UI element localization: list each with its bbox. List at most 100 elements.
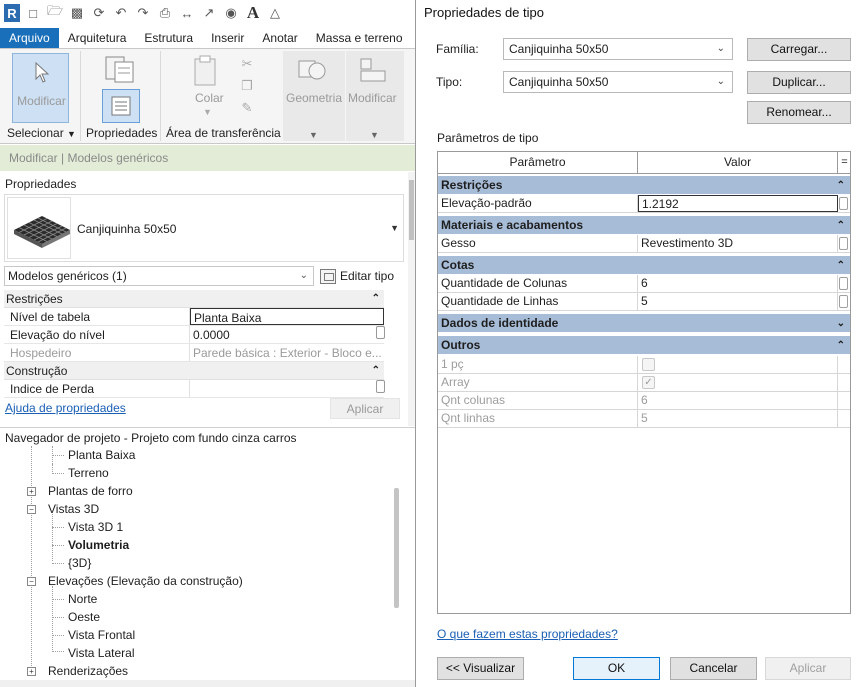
tree-item[interactable]: Norte bbox=[68, 590, 97, 608]
home-icon[interactable]: □ bbox=[24, 4, 42, 22]
value-cell[interactable]: Planta Baixa bbox=[190, 308, 384, 325]
group-header[interactable]: Outros ⌃ bbox=[438, 336, 850, 355]
value-cell[interactable]: 0.0000 bbox=[190, 326, 384, 343]
3d-view-icon[interactable]: △ bbox=[266, 4, 284, 22]
properties-help-link[interactable]: Ajuda de propriedades bbox=[5, 401, 126, 415]
tree-item[interactable]: Oeste bbox=[68, 608, 100, 626]
parameter-row[interactable]: Elevação-padrão 1.2192 bbox=[438, 195, 850, 213]
property-row[interactable]: Nível de tabela Planta Baixa bbox=[4, 308, 384, 326]
group-header[interactable]: Dados de identidade ⌄ bbox=[438, 314, 850, 333]
tree-item[interactable]: Vista Frontal bbox=[68, 626, 135, 644]
collapse-tree-icon[interactable]: − bbox=[27, 577, 36, 586]
revit-logo-icon[interactable]: R bbox=[4, 4, 20, 22]
browser-scrollbar[interactable] bbox=[394, 488, 399, 608]
match-properties-icon[interactable]: ✎ bbox=[238, 99, 256, 117]
tree-item[interactable]: Plantas de forro bbox=[48, 482, 133, 500]
cancel-button[interactable]: Cancelar bbox=[670, 657, 757, 680]
group-header[interactable]: Materiais e acabamentos ⌃ bbox=[438, 216, 850, 235]
group-header[interactable]: Restrições ⌃ bbox=[438, 176, 850, 195]
apply-button[interactable]: Aplicar bbox=[765, 657, 851, 680]
tree-item[interactable]: {3D} bbox=[68, 554, 91, 572]
copy-icon[interactable]: ❐ bbox=[238, 77, 256, 95]
value-cell[interactable]: Revestimento 3D bbox=[638, 235, 838, 252]
tree-item[interactable]: Planta Baixa bbox=[68, 446, 135, 464]
paste-icon[interactable] bbox=[192, 55, 220, 87]
print-icon[interactable]: ⎙ bbox=[156, 4, 174, 22]
geometry-icon[interactable] bbox=[297, 55, 329, 85]
open-icon[interactable]: 🗁 bbox=[46, 3, 64, 22]
text-icon[interactable]: A bbox=[244, 3, 262, 22]
edit-type-button[interactable]: Editar tipo bbox=[320, 266, 394, 286]
tree-item[interactable]: Renderizações bbox=[48, 662, 128, 680]
collapse-icon[interactable]: ⌃ bbox=[837, 256, 845, 275]
collapse-icon[interactable]: ⌃ bbox=[837, 216, 845, 235]
rename-button[interactable]: Renomear... bbox=[747, 101, 851, 124]
parameter-link-icon[interactable] bbox=[376, 380, 385, 393]
tab-arquitetura[interactable]: Arquitetura bbox=[59, 28, 136, 48]
measure-icon[interactable]: ↔ bbox=[178, 4, 196, 22]
cut-icon[interactable]: ✂ bbox=[238, 55, 256, 73]
properties-help-link[interactable]: O que fazem estas propriedades? bbox=[437, 627, 618, 641]
collapse-icon[interactable]: ⌃ bbox=[837, 336, 845, 355]
parameter-link-icon[interactable] bbox=[839, 295, 848, 308]
parameter-row[interactable]: Quantidade de Linhas 5 bbox=[438, 293, 850, 311]
expand-group-icon[interactable]: ⌄ bbox=[837, 314, 845, 333]
tab-arquivo[interactable]: Arquivo bbox=[0, 28, 59, 48]
tab-massa-terreno[interactable]: Massa e terreno bbox=[307, 28, 412, 48]
value-cell[interactable] bbox=[190, 380, 384, 397]
save-icon[interactable]: ▩ bbox=[68, 4, 86, 22]
column-parameter[interactable]: Parâmetro bbox=[438, 152, 638, 173]
tree-item-active[interactable]: Volumetria bbox=[68, 536, 129, 554]
undo-icon[interactable]: ↶ bbox=[112, 4, 130, 22]
value-cell[interactable]: 5 bbox=[638, 293, 838, 310]
parameter-row[interactable]: Quantidade de Colunas 6 bbox=[438, 275, 850, 293]
parameter-link-icon[interactable] bbox=[839, 237, 848, 250]
property-row[interactable]: Elevação do nível 0.0000 bbox=[4, 326, 384, 344]
expand-icon[interactable]: + bbox=[27, 667, 36, 676]
ok-button[interactable]: OK bbox=[573, 657, 660, 680]
modify-tool-button[interactable]: Modificar bbox=[12, 53, 69, 123]
parameter-link-icon[interactable] bbox=[839, 277, 848, 290]
instance-filter-select[interactable]: Modelos genéricos (1) ⌄ bbox=[4, 266, 314, 286]
modify-dropdown-icon[interactable]: ▼ bbox=[370, 130, 379, 140]
column-formula[interactable]: = bbox=[839, 152, 850, 173]
group-header[interactable]: Construção ⌃ bbox=[4, 362, 384, 380]
type-dropdown-icon[interactable]: ▼ bbox=[390, 223, 399, 233]
tab-inserir[interactable]: Inserir bbox=[202, 28, 253, 48]
geometry-dropdown-icon[interactable]: ▼ bbox=[309, 130, 318, 140]
tag-icon[interactable]: ◉ bbox=[222, 4, 240, 22]
collapse-icon[interactable]: ⌃ bbox=[372, 290, 380, 308]
group-header[interactable]: Cotas ⌃ bbox=[438, 256, 850, 275]
parameter-row[interactable]: Gesso Revestimento 3D bbox=[438, 235, 850, 253]
tree-item[interactable]: Vista Lateral bbox=[68, 644, 135, 662]
select-dropdown[interactable]: Selecionar ▼ bbox=[7, 126, 76, 140]
value-cell[interactable]: 1.2192 bbox=[638, 195, 838, 212]
tree-item[interactable]: Vista 3D 1 bbox=[68, 518, 123, 536]
collapse-icon[interactable]: ⌃ bbox=[372, 362, 380, 380]
tab-estrutura[interactable]: Estrutura bbox=[135, 28, 202, 48]
property-row[interactable]: Indice de Perda bbox=[4, 380, 384, 398]
group-header[interactable]: Restrições ⌃ bbox=[4, 290, 384, 308]
preview-button[interactable]: << Visualizar bbox=[437, 657, 524, 680]
properties-button[interactable] bbox=[102, 89, 140, 123]
parameter-link-icon[interactable] bbox=[376, 326, 385, 339]
collapse-tree-icon[interactable]: − bbox=[27, 505, 36, 514]
paste-dropdown-icon[interactable]: ▼ bbox=[203, 107, 212, 117]
type-select[interactable]: Canjiquinha 50x50 ⌄ bbox=[503, 71, 733, 93]
dimension-icon[interactable]: ↗ bbox=[200, 4, 218, 22]
tree-item[interactable]: Terreno bbox=[68, 464, 109, 482]
parameter-link-icon[interactable] bbox=[839, 197, 848, 210]
modify-panel-icon[interactable] bbox=[358, 55, 390, 85]
duplicate-button[interactable]: Duplicar... bbox=[747, 71, 851, 94]
tree-item[interactable]: Elevações (Elevação da construção) bbox=[48, 572, 243, 590]
family-select[interactable]: Canjiquinha 50x50 ⌄ bbox=[503, 38, 733, 60]
load-button[interactable]: Carregar... bbox=[747, 38, 851, 61]
tree-item[interactable]: Vistas 3D bbox=[48, 500, 99, 518]
column-value[interactable]: Valor bbox=[638, 152, 838, 173]
value-cell[interactable]: 6 bbox=[638, 275, 838, 292]
type-properties-icon[interactable] bbox=[103, 55, 135, 85]
expand-icon[interactable]: + bbox=[27, 487, 36, 496]
redo-icon[interactable]: ↷ bbox=[134, 4, 152, 22]
apply-button[interactable]: Aplicar bbox=[330, 398, 400, 419]
sync-icon[interactable]: ⟳ bbox=[90, 4, 108, 22]
